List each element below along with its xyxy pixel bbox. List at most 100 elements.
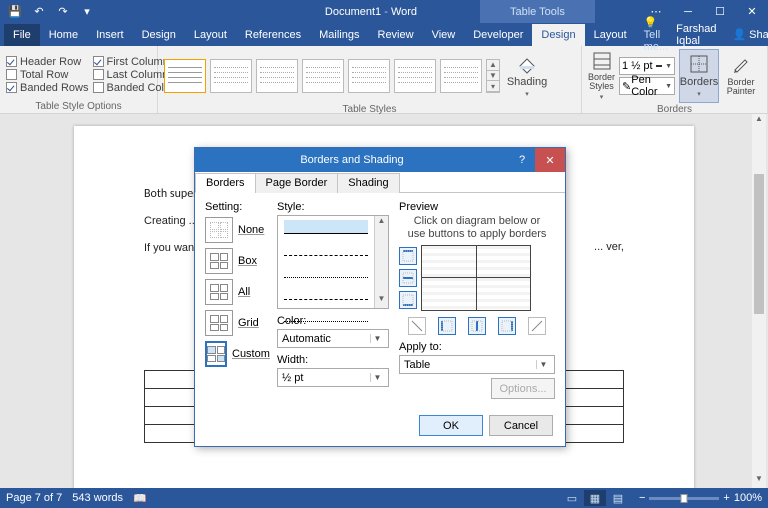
opt-banded-rows[interactable]: Banded Rows (6, 82, 89, 94)
style-dotted[interactable] (284, 264, 368, 278)
border-styles-button[interactable]: Border Styles▾ (588, 49, 615, 103)
setting-none[interactable]: None (205, 217, 267, 243)
redo-icon[interactable]: ↷ (52, 1, 74, 23)
save-icon[interactable]: 💾 (4, 1, 26, 23)
gallery-more-icon[interactable]: ▾ (487, 81, 499, 92)
undo-icon[interactable]: ↶ (28, 1, 50, 23)
border-bottom-button[interactable] (399, 291, 417, 309)
zoom-knob[interactable] (681, 494, 688, 503)
tab-table-layout[interactable]: Layout (585, 24, 636, 46)
listbox-scrollbar[interactable]: ▲▼ (374, 216, 388, 308)
setting-all[interactable]: All (205, 279, 267, 305)
style-dash-dot[interactable] (284, 286, 368, 300)
border-left-button[interactable] (438, 317, 456, 335)
style-gallery-scroll[interactable]: ▲▼▾ (486, 59, 500, 93)
border-diag-up-button[interactable] (528, 317, 546, 335)
tab-borders[interactable]: Borders (195, 173, 256, 193)
scroll-down-icon[interactable]: ▼ (375, 294, 388, 308)
table-style-thumb[interactable] (302, 59, 344, 93)
table-style-thumb[interactable] (164, 59, 206, 93)
border-painter-button[interactable]: Border Painter (721, 49, 761, 103)
table-style-thumb[interactable] (210, 59, 252, 93)
table-style-thumb[interactable] (348, 59, 390, 93)
tab-shading[interactable]: Shading (337, 173, 399, 193)
tab-review[interactable]: Review (369, 24, 423, 46)
tab-table-design[interactable]: Design (532, 24, 584, 46)
tab-insert[interactable]: Insert (87, 24, 133, 46)
tab-file[interactable]: File (4, 24, 40, 46)
width-combo[interactable]: ½ pt▼ (277, 368, 389, 387)
tab-developer[interactable]: Developer (464, 24, 532, 46)
opt-total-row[interactable]: Total Row (6, 69, 89, 81)
print-layout-icon[interactable]: ▦ (584, 490, 606, 506)
preview-column: Preview Click on diagram below oruse but… (399, 201, 555, 399)
zoom-control: − + 100% (639, 492, 762, 504)
table-style-thumb[interactable] (256, 59, 298, 93)
word-count[interactable]: 543 words (72, 492, 123, 504)
tab-references[interactable]: References (236, 24, 310, 46)
style-listbox[interactable]: ▲▼ (277, 215, 389, 309)
web-layout-icon[interactable]: ▤ (607, 490, 629, 506)
table-style-thumb[interactable] (394, 59, 436, 93)
dialog-title: Borders and Shading (195, 154, 509, 166)
pen-color-icon: ✎ (622, 80, 631, 93)
opt-header-row[interactable]: Header Row (6, 56, 89, 68)
dialog-titlebar[interactable]: Borders and Shading ? ✕ (195, 148, 565, 172)
border-top-button[interactable] (399, 247, 417, 265)
page-count[interactable]: Page 7 of 7 (6, 492, 62, 504)
scroll-down-icon[interactable]: ▼ (487, 71, 499, 82)
pen-weight-combo[interactable]: 1 ½ pt▼ (619, 57, 675, 75)
preview-hint: Click on diagram below oruse buttons to … (399, 215, 555, 241)
style-dashed[interactable] (284, 242, 368, 256)
tab-layout[interactable]: Layout (185, 24, 236, 46)
table-tools-context: Table Tools (480, 0, 595, 23)
close-icon[interactable]: ✕ (535, 148, 565, 172)
border-right-button[interactable] (498, 317, 516, 335)
chevron-down-icon: ▼ (665, 63, 672, 70)
style-solid[interactable] (284, 220, 368, 234)
group-table-styles: ▲▼▾ Shading▾ Table Styles (158, 46, 582, 113)
status-bar: Page 7 of 7 543 words 📖 ▭ ▦ ▤ − + 100% (0, 488, 768, 508)
read-mode-icon[interactable]: ▭ (561, 490, 583, 506)
spellcheck-icon[interactable]: 📖 (133, 492, 147, 505)
cancel-button[interactable]: Cancel (489, 415, 553, 436)
border-diag-down-button[interactable] (408, 317, 426, 335)
apply-to-combo[interactable]: Table▼ (399, 355, 555, 374)
borders-button[interactable]: Borders▾ (679, 49, 719, 103)
apply-to-label: Apply to: (399, 341, 555, 353)
shading-button[interactable]: Shading▾ (504, 49, 550, 103)
dialog-tabs: Borders Page Border Shading (195, 172, 565, 193)
tab-view[interactable]: View (423, 24, 465, 46)
zoom-slider[interactable] (649, 497, 719, 500)
color-combo[interactable]: Automatic▼ (277, 329, 389, 348)
qat-more-icon[interactable]: ▾ (76, 1, 98, 23)
preview-diagram[interactable] (421, 245, 531, 311)
setting-grid[interactable]: Grid (205, 310, 267, 336)
border-vmiddle-button[interactable] (468, 317, 486, 335)
tab-design[interactable]: Design (133, 24, 185, 46)
pen-color-combo[interactable]: ✎Pen Color▼ (619, 77, 675, 95)
width-label: Width: (277, 354, 389, 366)
help-icon[interactable]: ? (509, 154, 535, 166)
setting-custom[interactable]: Custom (205, 341, 267, 367)
table-style-thumb[interactable] (440, 59, 482, 93)
scroll-up-icon[interactable]: ▲ (752, 114, 766, 128)
tab-home[interactable]: Home (40, 24, 87, 46)
scroll-up-icon[interactable]: ▲ (487, 60, 499, 71)
ok-button[interactable]: OK (419, 415, 483, 436)
zoom-out-button[interactable]: − (639, 492, 645, 504)
zoom-value[interactable]: 100% (734, 492, 762, 504)
setting-box[interactable]: Box (205, 248, 267, 274)
scroll-down-icon[interactable]: ▼ (752, 474, 766, 488)
vertical-scrollbar[interactable]: ▲ ▼ (752, 114, 766, 488)
zoom-in-button[interactable]: + (723, 492, 729, 504)
close-icon[interactable]: ✕ (736, 0, 768, 23)
checkbox-icon (6, 82, 17, 93)
paint-bucket-icon (517, 54, 537, 74)
share-button[interactable]: 👤Share (724, 23, 768, 46)
tab-mailings[interactable]: Mailings (310, 24, 368, 46)
scrollbar-thumb[interactable] (754, 174, 764, 314)
scroll-up-icon[interactable]: ▲ (375, 216, 388, 230)
border-hmiddle-button[interactable] (399, 269, 417, 287)
tab-page-border[interactable]: Page Border (255, 173, 339, 193)
